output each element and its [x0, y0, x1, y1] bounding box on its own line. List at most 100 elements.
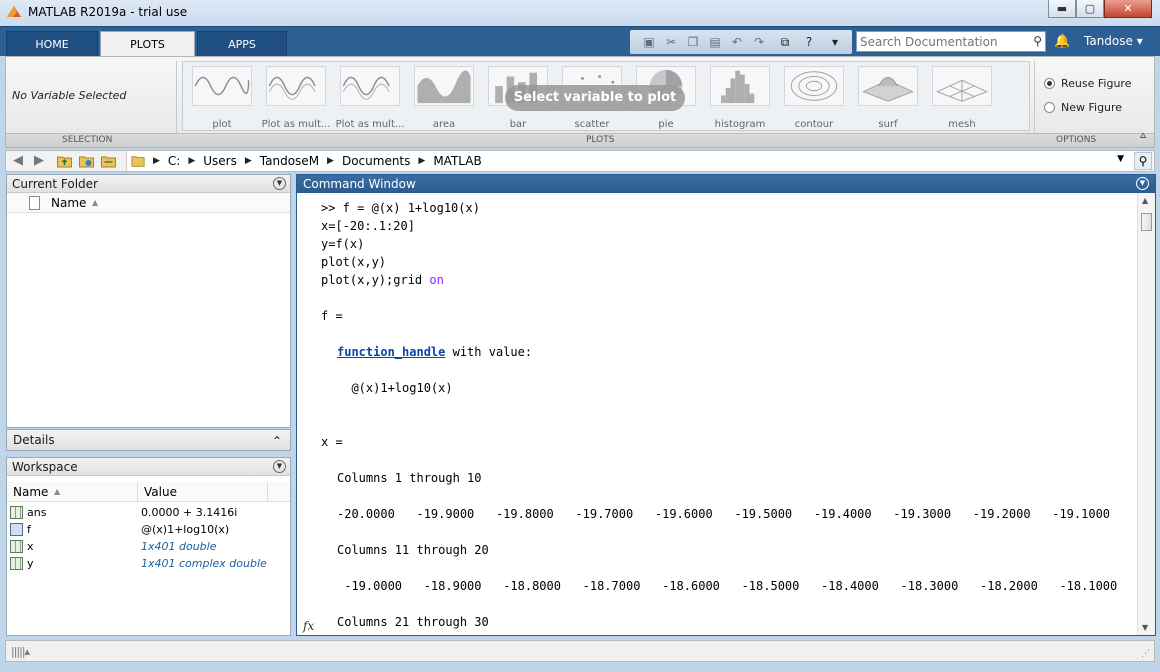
- help-icon[interactable]: ?: [802, 35, 816, 49]
- browse-folder-icon[interactable]: [78, 153, 95, 169]
- gallery-label: plot: [212, 119, 232, 130]
- output-line: x =: [321, 435, 343, 449]
- maximize-button[interactable]: ▢: [1076, 0, 1104, 18]
- panel-menu-icon[interactable]: ▼: [273, 460, 286, 473]
- output-line: @(x)1+log10(x): [337, 381, 453, 395]
- column-header-value[interactable]: Value: [144, 482, 177, 502]
- column-divider[interactable]: [137, 482, 138, 502]
- gallery-label: Plot as mult...: [261, 119, 331, 130]
- breadcrumb-drive[interactable]: C:: [168, 154, 180, 168]
- breadcrumb-separator: ▶: [188, 156, 196, 166]
- table-row[interactable]: ans 0.0000 + 3.1416i: [7, 504, 290, 521]
- variable-value: 1x401 complex double: [141, 557, 267, 570]
- copy-icon[interactable]: ❐: [686, 35, 700, 49]
- scroll-up-icon[interactable]: ▲: [1142, 196, 1148, 205]
- address-path[interactable]: ▶ C: ▶ Users ▶ TandoseM ▶ Documents ▶ MA…: [126, 151, 1134, 171]
- plot-icon: [192, 66, 252, 106]
- command-window-header: Command Window ▼: [297, 175, 1155, 193]
- cut-icon[interactable]: ✂: [664, 35, 678, 49]
- breadcrumb-users[interactable]: Users: [203, 154, 237, 168]
- tab-apps[interactable]: APPS: [197, 31, 287, 57]
- vertical-scrollbar[interactable]: ▲ ▼: [1137, 193, 1155, 635]
- details-panel[interactable]: Details ⌃: [6, 429, 291, 451]
- table-row[interactable]: y 1x401 complex double: [7, 555, 290, 572]
- histogram-icon: [710, 66, 770, 106]
- gallery-item-surf[interactable]: surf: [853, 64, 923, 130]
- column-divider[interactable]: [267, 482, 268, 502]
- user-menu[interactable]: Tandose ▾: [1084, 34, 1143, 48]
- gallery-item-plot-multi-2[interactable]: Plot as mult...: [335, 64, 405, 130]
- customize-dropdown-icon[interactable]: ▾: [828, 35, 842, 49]
- tab-home[interactable]: HOME: [6, 31, 98, 57]
- command-output[interactable]: >> f = @(x) 1+log10(x) x=[-20:.1:20] y=f…: [297, 193, 1135, 635]
- breadcrumb-documents[interactable]: Documents: [342, 154, 410, 168]
- matrix-variable-icon: [10, 540, 23, 553]
- resize-grip-icon[interactable]: ⋰: [1141, 649, 1150, 659]
- up-folder-icon[interactable]: [56, 153, 73, 169]
- gallery-label: area: [432, 119, 456, 130]
- command-line: plot(x,y);grid on: [321, 273, 444, 287]
- path-dropdown-icon[interactable]: ▼: [1117, 154, 1124, 164]
- gallery-item-plot[interactable]: plot: [187, 64, 257, 130]
- gallery-item-contour[interactable]: contour: [779, 64, 849, 130]
- paste-icon[interactable]: ▤: [708, 35, 722, 49]
- close-button[interactable]: ✕: [1104, 0, 1152, 18]
- quick-access-toolbar: ▣ ✂ ❐ ▤ ↶ ↷ ⧉ ? ▾: [630, 30, 852, 54]
- status-grip-icon[interactable]: |||||▴: [11, 645, 30, 658]
- search-icon[interactable]: ⚲: [1033, 34, 1042, 48]
- reuse-figure-option[interactable]: Reuse Figure: [1044, 77, 1131, 90]
- notification-bell-icon[interactable]: 🔔: [1054, 34, 1070, 49]
- scrollbar-thumb[interactable]: [1141, 213, 1152, 231]
- gallery-item-mesh[interactable]: mesh: [927, 64, 997, 130]
- output-line: function_handle with value:: [337, 345, 532, 359]
- command-line: plot(x,y): [321, 255, 387, 269]
- breadcrumb-user[interactable]: TandoseM: [260, 154, 319, 168]
- column-header-name[interactable]: Name: [13, 482, 48, 502]
- output-line: -19.0000 -18.9000 -18.8000 -18.7000 -18.…: [337, 579, 1118, 593]
- output-text: with value:: [445, 345, 533, 359]
- variable-name: y: [27, 557, 34, 570]
- undo-icon[interactable]: ↶: [730, 35, 744, 49]
- new-folder-icon[interactable]: [100, 153, 117, 169]
- variable-name: x: [27, 540, 34, 553]
- gallery-label: histogram: [714, 119, 766, 130]
- minimize-button[interactable]: ▬: [1048, 0, 1076, 18]
- new-figure-option[interactable]: New Figure: [1044, 101, 1122, 114]
- new-figure-radio[interactable]: [1044, 102, 1055, 113]
- reuse-figure-label: Reuse Figure: [1061, 77, 1132, 90]
- panel-menu-icon[interactable]: ▼: [1136, 177, 1149, 190]
- save-icon[interactable]: ▣: [642, 35, 656, 49]
- gallery-item-area[interactable]: area: [409, 64, 479, 130]
- search-input[interactable]: [857, 32, 1025, 51]
- redo-icon[interactable]: ↷: [752, 35, 766, 49]
- gallery-label: mesh: [948, 119, 976, 130]
- forward-arrow-icon[interactable]: ▶: [30, 153, 48, 169]
- tab-plots[interactable]: PLOTS: [100, 31, 195, 57]
- breadcrumb-matlab[interactable]: MATLAB: [433, 154, 481, 168]
- table-row[interactable]: f @(x)1+log10(x): [7, 521, 290, 538]
- output-line: f =: [321, 309, 343, 323]
- breadcrumb-separator: ▶: [327, 156, 334, 166]
- switch-windows-icon[interactable]: ⧉: [778, 35, 792, 49]
- back-arrow-icon[interactable]: ◀: [9, 153, 27, 169]
- table-row[interactable]: x 1x401 double: [7, 538, 290, 555]
- collapse-toolstrip-icon[interactable]: ⩟: [1136, 130, 1150, 144]
- command-window[interactable]: Command Window ▼ >> f = @(x) 1+log10(x) …: [296, 174, 1156, 636]
- variable-value: 0.0000 + 3.1416i: [141, 506, 238, 519]
- section-label-selection: SELECTION: [62, 135, 113, 145]
- scroll-down-icon[interactable]: ▼: [1142, 623, 1148, 632]
- plot-multi-icon: [340, 66, 400, 106]
- reuse-figure-radio[interactable]: [1044, 78, 1055, 89]
- command-line: y=f(x): [321, 237, 365, 251]
- gallery-item-histogram[interactable]: histogram: [705, 64, 775, 130]
- variable-value: 1x401 double: [141, 540, 217, 553]
- function-handle-link[interactable]: function_handle: [337, 345, 445, 359]
- function-browser-icon[interactable]: fx: [303, 619, 314, 633]
- gallery-item-plot-multi[interactable]: Plot as mult...: [261, 64, 331, 130]
- search-folder-icon[interactable]: ⚲: [1134, 152, 1152, 170]
- select-variable-overlay: Select variable to plot: [505, 85, 685, 111]
- surf-icon: [858, 66, 918, 106]
- panel-menu-icon[interactable]: ▼: [273, 177, 286, 190]
- column-header-name[interactable]: Name ▲: [7, 193, 290, 213]
- chevron-up-icon[interactable]: ⌃: [272, 431, 282, 451]
